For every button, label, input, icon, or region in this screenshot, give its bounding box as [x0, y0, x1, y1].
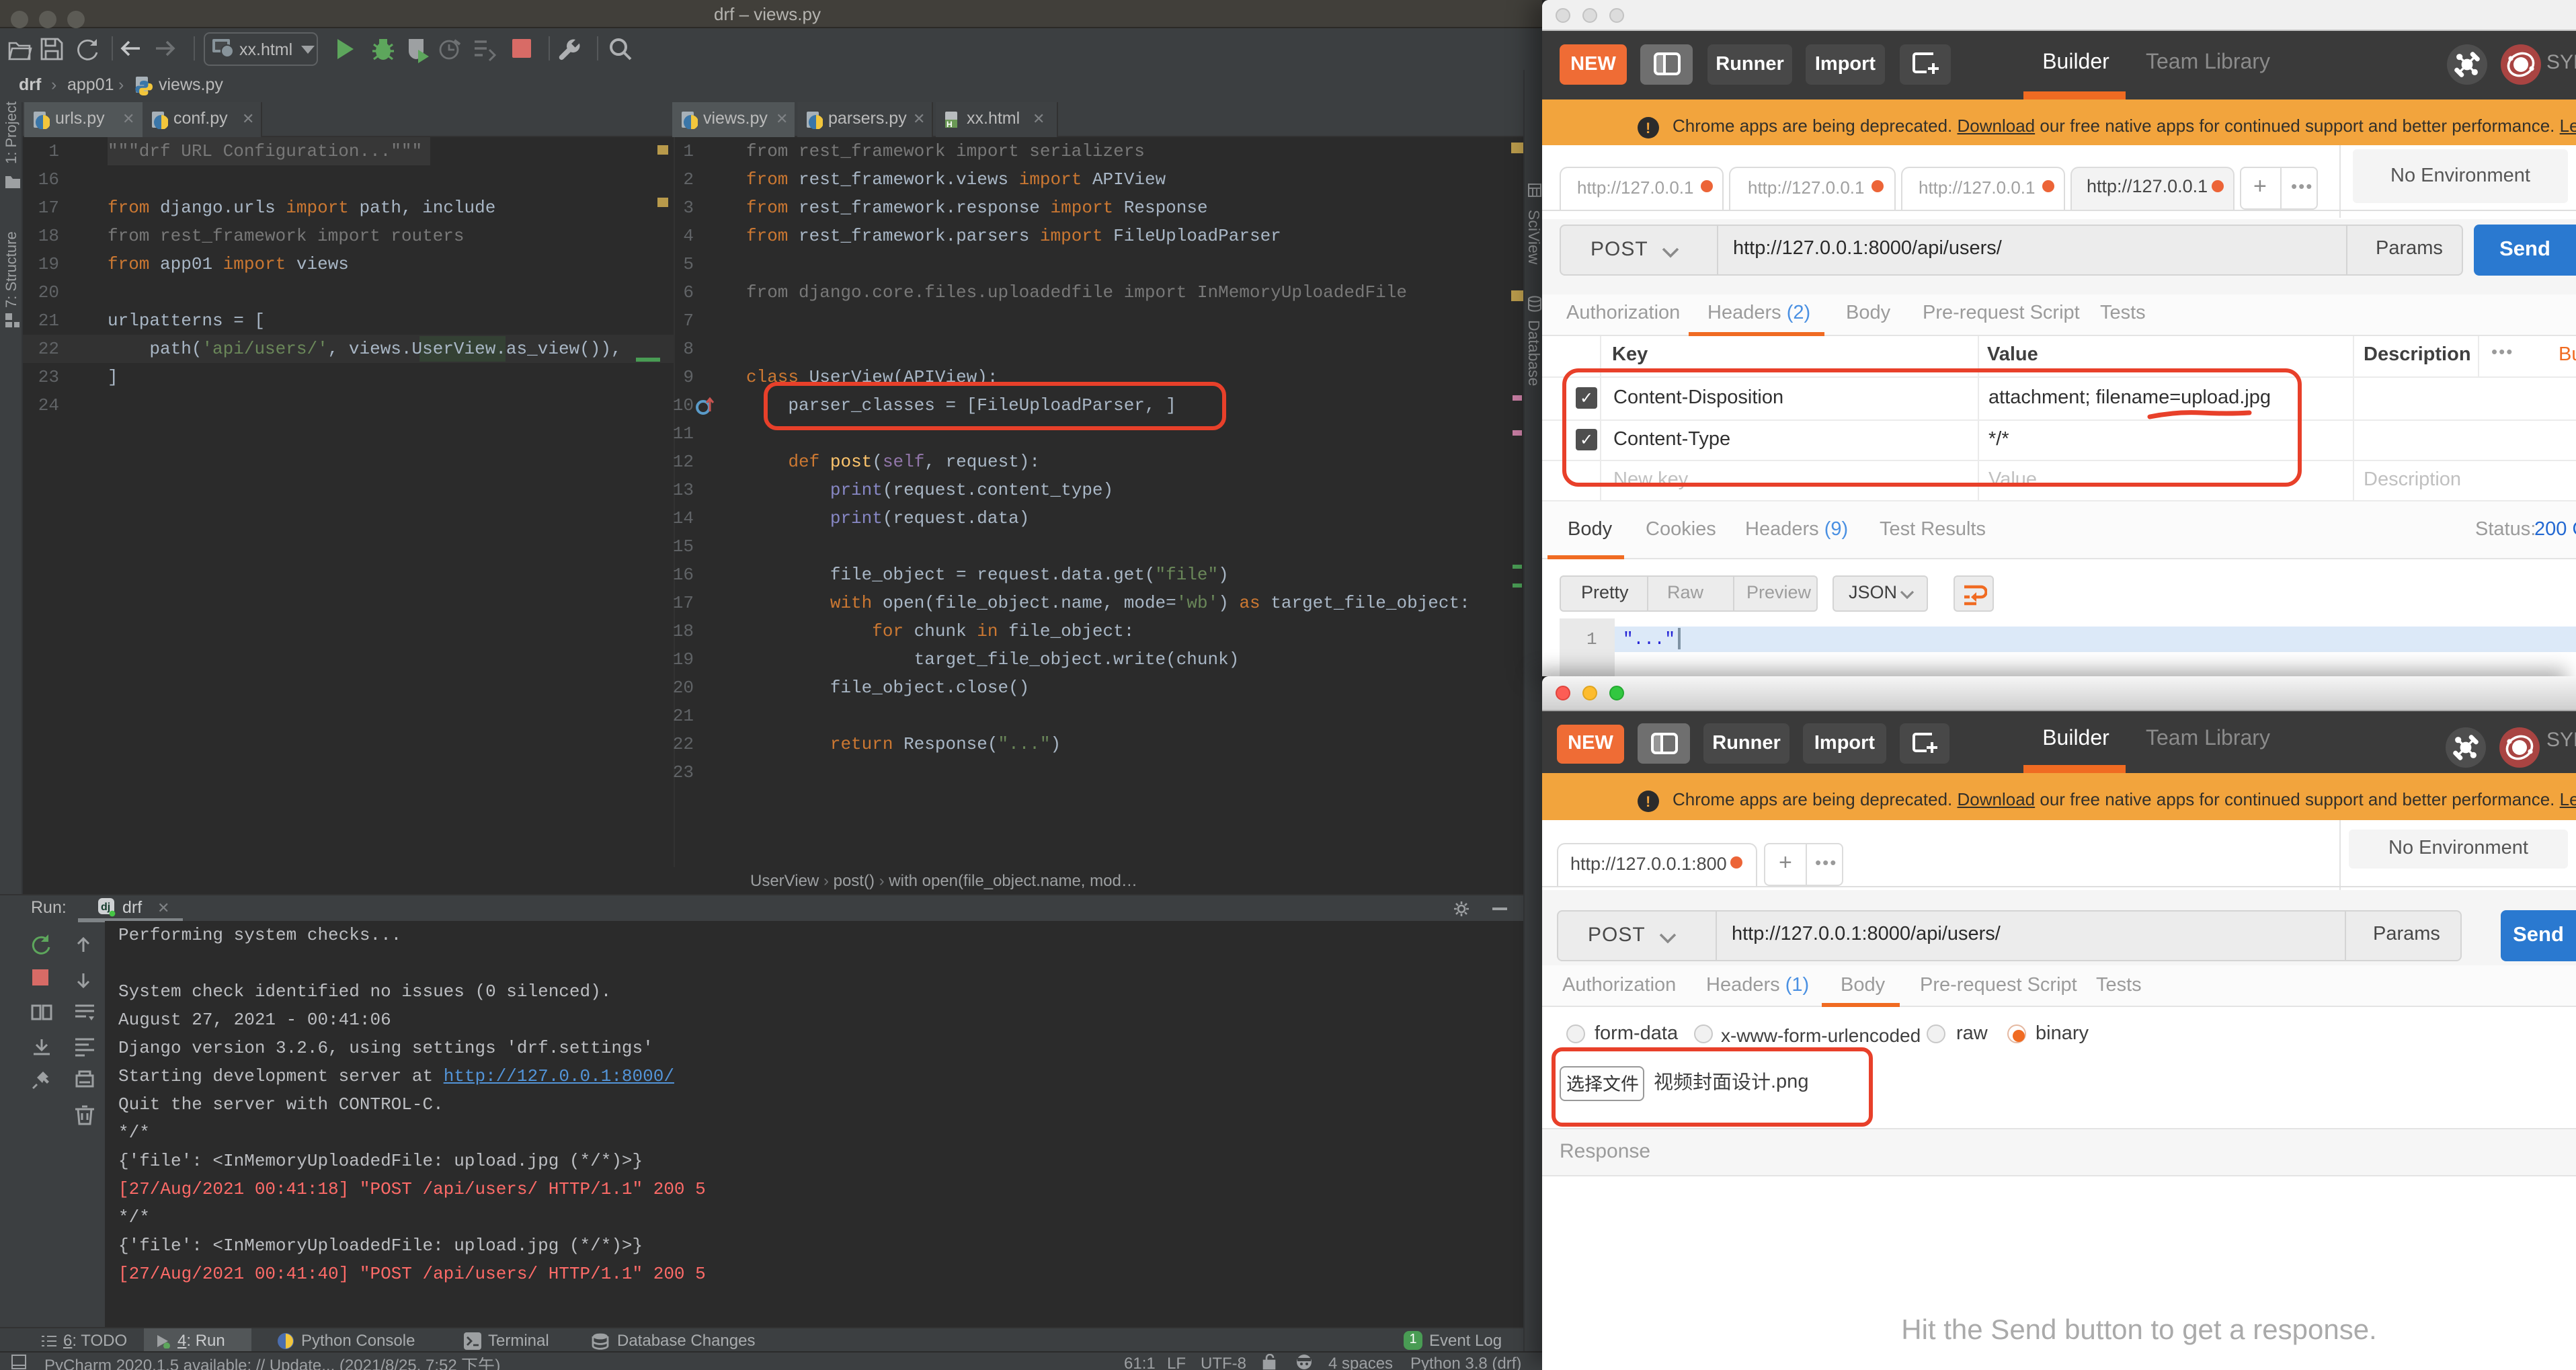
- svg-text:xx.html: xx.html: [239, 40, 292, 59]
- svg-text:dj: dj: [101, 901, 110, 913]
- svg-text:H: H: [947, 120, 953, 129]
- svg-text:!: !: [1646, 793, 1650, 810]
- svg-text:!: !: [1646, 120, 1650, 136]
